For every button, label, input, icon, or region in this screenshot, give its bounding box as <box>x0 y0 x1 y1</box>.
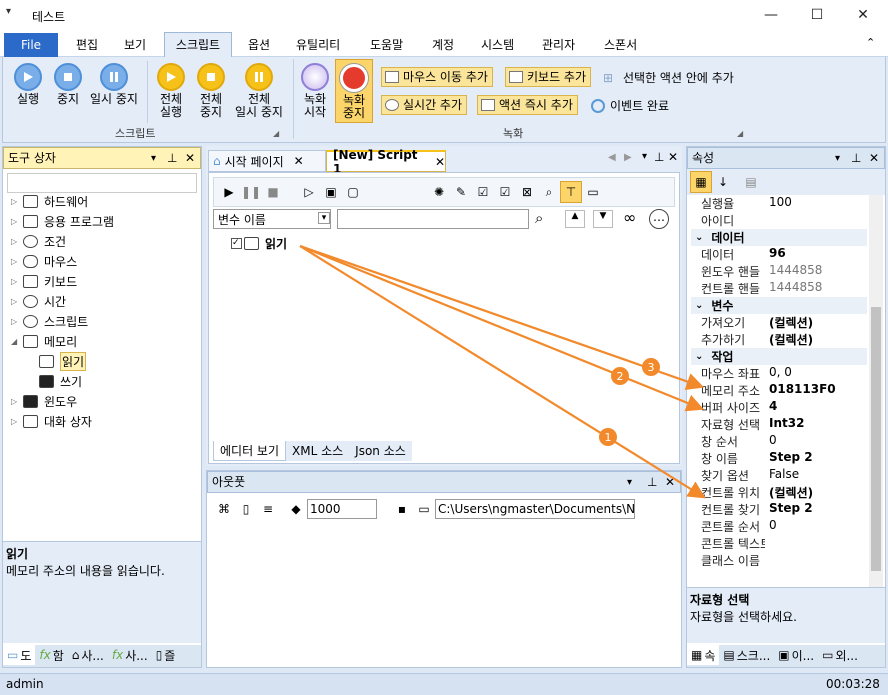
status-time: 00:03:28 <box>826 677 880 691</box>
arrow-buffer-size <box>299 244 705 412</box>
annotation-arrows <box>299 244 706 499</box>
status-bar: admin 00:03:28 <box>0 673 888 695</box>
svg-text:3: 3 <box>648 361 655 374</box>
svg-text:2: 2 <box>617 370 624 383</box>
status-user: admin <box>6 677 44 691</box>
arrow-memory-address <box>299 244 705 390</box>
svg-text:1: 1 <box>605 431 612 444</box>
arrow-control-position <box>299 245 706 499</box>
annotation-overlay: 3 2 1 <box>299 244 706 499</box>
